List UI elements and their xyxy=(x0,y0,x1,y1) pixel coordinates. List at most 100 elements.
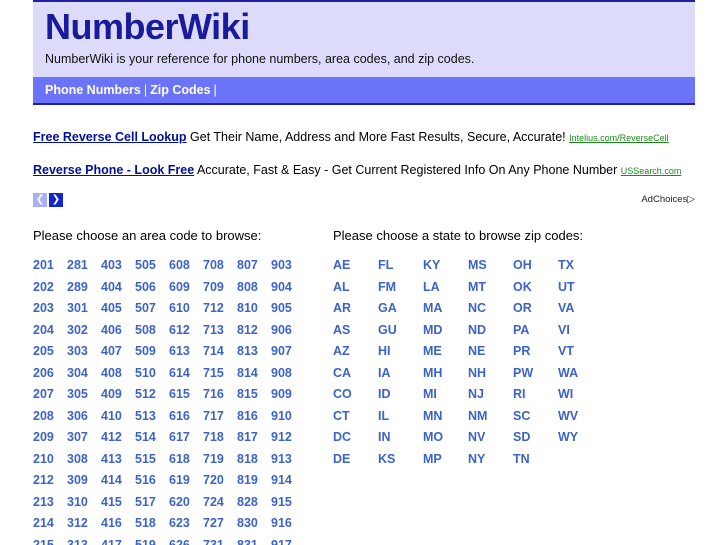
areacode-link[interactable]: 509 xyxy=(135,344,156,358)
areacode-link[interactable]: 201 xyxy=(33,258,54,272)
areacode-link[interactable]: 213 xyxy=(33,495,54,509)
areacode-link[interactable]: 818 xyxy=(237,452,258,466)
areacode-link[interactable]: 207 xyxy=(33,387,54,401)
areacode-link[interactable]: 810 xyxy=(237,301,258,315)
areacode-link[interactable]: 506 xyxy=(135,280,156,294)
areacode-link[interactable]: 813 xyxy=(237,344,258,358)
state-link[interactable]: WA xyxy=(558,366,578,380)
areacode-link[interactable]: 412 xyxy=(101,430,122,444)
state-link[interactable]: WI xyxy=(558,387,573,401)
state-link[interactable]: AE xyxy=(333,258,350,272)
areacode-link[interactable]: 720 xyxy=(203,473,224,487)
areacode-link[interactable]: 815 xyxy=(237,387,258,401)
areacode-link[interactable]: 407 xyxy=(101,344,122,358)
areacode-link[interactable]: 308 xyxy=(67,452,88,466)
state-link[interactable]: WY xyxy=(558,430,578,444)
state-link[interactable]: CT xyxy=(333,409,350,423)
state-link[interactable]: OK xyxy=(513,280,532,294)
state-link[interactable]: DC xyxy=(333,430,351,444)
areacode-link[interactable]: 830 xyxy=(237,516,258,530)
areacode-link[interactable]: 209 xyxy=(33,430,54,444)
areacode-link[interactable]: 913 xyxy=(271,452,292,466)
areacode-link[interactable]: 608 xyxy=(169,258,190,272)
state-link[interactable]: NY xyxy=(468,452,485,466)
areacode-link[interactable]: 812 xyxy=(237,323,258,337)
areacode-link[interactable]: 301 xyxy=(67,301,88,315)
areacode-link[interactable]: 204 xyxy=(33,323,54,337)
state-link[interactable]: IA xyxy=(378,366,391,380)
areacode-link[interactable]: 828 xyxy=(237,495,258,509)
state-link[interactable]: OR xyxy=(513,301,532,315)
areacode-link[interactable]: 616 xyxy=(169,409,190,423)
areacode-link[interactable]: 612 xyxy=(169,323,190,337)
areacode-link[interactable]: 409 xyxy=(101,387,122,401)
state-link[interactable]: PW xyxy=(513,366,533,380)
areacode-link[interactable]: 507 xyxy=(135,301,156,315)
areacode-link[interactable]: 819 xyxy=(237,473,258,487)
areacode-link[interactable]: 831 xyxy=(237,538,258,545)
adchoices-label[interactable]: AdChoices▷ xyxy=(641,194,695,205)
state-link[interactable]: NE xyxy=(468,344,485,358)
state-link[interactable]: NV xyxy=(468,430,485,444)
areacode-link[interactable]: 814 xyxy=(237,366,258,380)
state-link[interactable]: KY xyxy=(423,258,440,272)
areacode-link[interactable]: 714 xyxy=(203,344,224,358)
areacode-link[interactable]: 719 xyxy=(203,452,224,466)
areacode-link[interactable]: 718 xyxy=(203,430,224,444)
areacode-link[interactable]: 916 xyxy=(271,516,292,530)
state-link[interactable]: ND xyxy=(468,323,486,337)
areacode-link[interactable]: 516 xyxy=(135,473,156,487)
areacode-link[interactable]: 610 xyxy=(169,301,190,315)
ad-title-link[interactable]: Free Reverse Cell Lookup xyxy=(33,130,187,144)
areacode-link[interactable]: 715 xyxy=(203,366,224,380)
ad-title-link[interactable]: Reverse Phone - Look Free xyxy=(33,163,194,177)
areacode-link[interactable]: 416 xyxy=(101,516,122,530)
areacode-link[interactable]: 713 xyxy=(203,323,224,337)
state-link[interactable]: FM xyxy=(378,280,396,294)
state-link[interactable]: AS xyxy=(333,323,350,337)
state-link[interactable]: MA xyxy=(423,301,442,315)
areacode-link[interactable]: 281 xyxy=(67,258,88,272)
areacode-link[interactable]: 906 xyxy=(271,323,292,337)
areacode-link[interactable]: 307 xyxy=(67,430,88,444)
state-link[interactable]: TX xyxy=(558,258,574,272)
areacode-link[interactable]: 414 xyxy=(101,473,122,487)
areacode-link[interactable]: 413 xyxy=(101,452,122,466)
state-link[interactable]: MT xyxy=(468,280,486,294)
areacode-link[interactable]: 405 xyxy=(101,301,122,315)
areacode-link[interactable]: 914 xyxy=(271,473,292,487)
state-link[interactable]: AL xyxy=(333,280,350,294)
ad-url-link[interactable]: USSearch.com xyxy=(621,166,682,176)
areacode-link[interactable]: 620 xyxy=(169,495,190,509)
areacode-link[interactable]: 517 xyxy=(135,495,156,509)
areacode-link[interactable]: 617 xyxy=(169,430,190,444)
areacode-link[interactable]: 302 xyxy=(67,323,88,337)
areacode-link[interactable]: 731 xyxy=(203,538,224,545)
state-link[interactable]: LA xyxy=(423,280,440,294)
state-link[interactable]: DE xyxy=(333,452,350,466)
areacode-link[interactable]: 510 xyxy=(135,366,156,380)
state-link[interactable]: MN xyxy=(423,409,442,423)
nav-item-phone-numbers[interactable]: Phone Numbers xyxy=(45,83,141,97)
areacode-link[interactable]: 519 xyxy=(135,538,156,545)
areacode-link[interactable]: 903 xyxy=(271,258,292,272)
areacode-link[interactable]: 403 xyxy=(101,258,122,272)
state-link[interactable]: RI xyxy=(513,387,526,401)
areacode-link[interactable]: 910 xyxy=(271,409,292,423)
areacode-link[interactable]: 915 xyxy=(271,495,292,509)
areacode-link[interactable]: 212 xyxy=(33,473,54,487)
state-link[interactable]: GU xyxy=(378,323,397,337)
areacode-link[interactable]: 909 xyxy=(271,387,292,401)
areacode-link[interactable]: 709 xyxy=(203,280,224,294)
areacode-link[interactable]: 312 xyxy=(67,516,88,530)
areacode-link[interactable]: 215 xyxy=(33,538,54,545)
areacode-link[interactable]: 406 xyxy=(101,323,122,337)
areacode-link[interactable]: 310 xyxy=(67,495,88,509)
areacode-link[interactable]: 304 xyxy=(67,366,88,380)
areacode-link[interactable]: 313 xyxy=(67,538,88,545)
areacode-link[interactable]: 615 xyxy=(169,387,190,401)
state-link[interactable]: OH xyxy=(513,258,532,272)
areacode-link[interactable]: 904 xyxy=(271,280,292,294)
areacode-link[interactable]: 206 xyxy=(33,366,54,380)
areacode-link[interactable]: 912 xyxy=(271,430,292,444)
